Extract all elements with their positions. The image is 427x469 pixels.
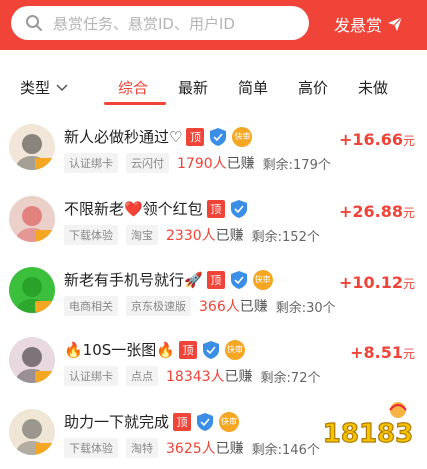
task-meta-row: 下载体验 淘宝 2330人已赚 剩余:152个 [64, 225, 320, 245]
publish-bounty-button[interactable]: 发悬赏 [334, 12, 403, 36]
reward-amount: +26.88元 [339, 202, 415, 221]
earned-suffix: 已赚 [224, 369, 253, 385]
search-placeholder: 悬赏任务、悬赏ID、用户ID [53, 14, 235, 33]
top-badge: 顶 [186, 127, 205, 146]
avatar [9, 196, 55, 242]
task-title-row: 🔥10S一张图🔥 顶 快审 [64, 339, 245, 360]
reward-amount: +8.51元 [350, 343, 415, 362]
earned-suffix: 已赚 [226, 156, 255, 172]
task-item[interactable]: 新老有手机号就行🚀 顶 快审电商相关 京东极速版 366人已赚 剩余:30个 +10.12元 [0, 259, 427, 329]
reward-unit: 元 [402, 134, 415, 148]
task-item[interactable]: 不限新老❤️领个红包顶下载体验 淘宝 2330人已赚 剩余:152个 +26.88元 [0, 188, 427, 258]
shield-icon [210, 127, 227, 146]
fast-review-badge: 快审 [219, 411, 240, 432]
fast-review-badge: 快审 [252, 269, 273, 290]
earned-number: 1790人 [177, 156, 227, 172]
task-title-row: 不限新老❤️领个红包顶 [64, 198, 249, 219]
shield-icon [202, 340, 219, 359]
task-title: 不限新老❤️领个红包 [64, 200, 203, 218]
top-badge: 顶 [173, 412, 192, 431]
watermark-logo: 18183 [322, 402, 414, 450]
chevron-down-icon [56, 83, 68, 91]
task-title: 助力一下就完成 [64, 413, 170, 431]
task-meta-row: 电商相关 京东极速版 366人已赚 剩余:30个 [64, 296, 336, 316]
reward-unit: 元 [402, 277, 415, 291]
task-meta-row: 认证绑卡 点点 18343人已赚 剩余:72个 [64, 366, 320, 386]
task-title: 🔥10S一张图🔥 [64, 341, 175, 359]
platform-tag: 点点 [126, 366, 158, 386]
shield-icon [230, 199, 247, 218]
top-badge: 顶 [178, 340, 197, 359]
earned-count: 366人已赚 [199, 296, 268, 316]
avatar [9, 267, 55, 313]
platform-tag: 淘特 [126, 438, 158, 458]
task-title: 新老有手机号就行🚀 [64, 271, 203, 289]
search-icon [26, 15, 42, 31]
search-box[interactable]: 悬赏任务、悬赏ID、用户ID [11, 6, 309, 40]
type-dropdown-label: 类型 [20, 79, 51, 97]
earned-count: 18343人已赚 [166, 366, 253, 386]
filter-bar: 类型 综合 最新 简单 高价 未做 [0, 50, 427, 116]
platform-tag: 京东极速版 [126, 296, 191, 316]
tab-latest[interactable]: 最新 [178, 77, 208, 98]
avatar [9, 124, 55, 170]
remaining-count: 剩余:179个 [262, 157, 331, 173]
reward-unit: 元 [402, 206, 415, 220]
fast-review-badge: 快审 [232, 126, 253, 147]
task-meta-row: 认证绑卡 云闪付 1790人已赚 剩余:179个 [64, 153, 331, 173]
task-title: 新人必做秒通过♡ [64, 128, 183, 146]
category-tag: 电商相关 [64, 296, 118, 316]
category-tag: 下载体验 [64, 438, 118, 458]
earned-count: 2330人已赚 [166, 225, 244, 245]
earned-suffix: 已赚 [215, 228, 244, 244]
top-bar: 悬赏任务、悬赏ID、用户ID 发悬赏 [0, 0, 427, 50]
earned-number: 3625人 [166, 441, 216, 457]
task-item[interactable]: 🔥10S一张图🔥 顶 快审认证绑卡 点点 18343人已赚 剩余:72个 +8.51元 [0, 329, 427, 399]
earned-suffix: 已赚 [239, 299, 268, 315]
reward-unit: 元 [402, 347, 415, 361]
shield-icon [197, 412, 214, 431]
earned-number: 18343人 [166, 369, 225, 385]
platform-tag: 云闪付 [126, 153, 169, 173]
reward-value: +8.51 [350, 343, 403, 362]
shield-icon [230, 270, 247, 289]
remaining-count: 剩余:146个 [251, 442, 320, 458]
task-meta-row: 下载体验 淘特 3625人已赚 剩余:146个 [64, 438, 320, 458]
earned-count: 1790人已赚 [177, 153, 255, 173]
earned-number: 366人 [199, 299, 240, 315]
task-title-row: 新老有手机号就行🚀 顶 快审 [64, 269, 273, 290]
top-badge: 顶 [206, 199, 225, 218]
avatar [9, 337, 55, 383]
type-dropdown[interactable]: 类型 [20, 77, 68, 98]
tab-simple[interactable]: 简单 [238, 77, 268, 98]
remaining-count: 剩余:152个 [251, 229, 320, 245]
remaining-count: 剩余:72个 [260, 370, 321, 386]
tab-not-done[interactable]: 未做 [358, 77, 388, 98]
active-tab-indicator [104, 102, 166, 105]
category-tag: 认证绑卡 [64, 153, 118, 173]
reward-value: +16.66 [338, 130, 403, 149]
reward-amount: +16.66元 [339, 130, 415, 149]
earned-suffix: 已赚 [215, 441, 244, 457]
avatar [9, 409, 55, 455]
fast-review-badge: 快审 [224, 339, 245, 360]
remaining-count: 剩余:30个 [275, 300, 336, 316]
category-tag: 下载体验 [64, 225, 118, 245]
task-title-row: 新人必做秒通过♡ 顶 快审 [64, 126, 253, 147]
reward-amount: +10.12元 [339, 273, 415, 292]
publish-bounty-label: 发悬赏 [334, 16, 383, 35]
category-tag: 认证绑卡 [64, 366, 118, 386]
top-badge: 顶 [206, 270, 225, 289]
task-item[interactable]: 新人必做秒通过♡ 顶 快审认证绑卡 云闪付 1790人已赚 剩余:179个 +16.66元 [0, 116, 427, 186]
tab-comprehensive[interactable]: 综合 [118, 77, 148, 98]
tab-high-price[interactable]: 高价 [298, 77, 328, 98]
earned-count: 3625人已赚 [166, 438, 244, 458]
task-title-row: 助力一下就完成顶 快审 [64, 411, 240, 432]
send-icon [388, 16, 403, 31]
watermark-text: 18183 [323, 419, 413, 449]
reward-value: +10.12 [338, 273, 403, 292]
platform-tag: 淘宝 [126, 225, 158, 245]
reward-value: +26.88 [338, 202, 403, 221]
earned-number: 2330人 [166, 228, 216, 244]
